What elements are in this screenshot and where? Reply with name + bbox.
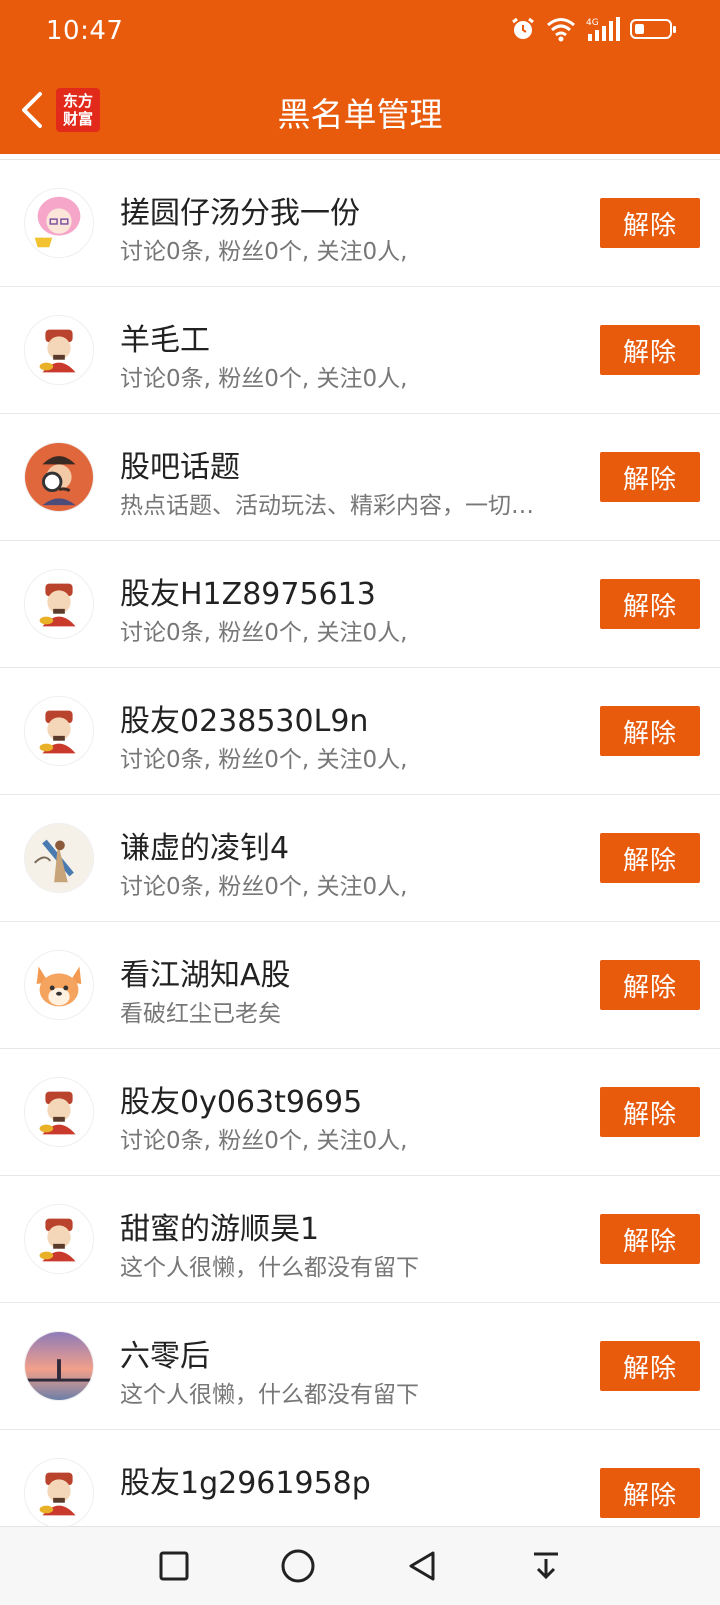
home-button[interactable] xyxy=(279,1547,317,1585)
signal-icon: 4G xyxy=(586,17,620,41)
list-item: 谦虚的凌钊4 讨论0条, 粉丝0个, 关注0人, 解除 xyxy=(0,795,720,922)
fortune-god-avatar[interactable] xyxy=(24,1077,94,1147)
unblock-button[interactable]: 解除 xyxy=(600,1087,700,1137)
user-stats: 这个人很懒，什么都没有留下 xyxy=(120,1382,419,1408)
page-title: 黑名单管理 xyxy=(277,95,443,134)
user-name: 羊毛工 xyxy=(120,323,210,358)
dog-avatar[interactable] xyxy=(24,950,94,1020)
pull-down-icon xyxy=(534,1552,558,1580)
user-stats: 讨论0条, 粉丝0个, 关注0人, xyxy=(120,239,408,265)
triangle-back-icon xyxy=(409,1551,435,1581)
alarm-icon xyxy=(512,17,534,39)
list-item: 甜蜜的游顺昊1 这个人很懒，什么都没有留下 解除 xyxy=(0,1176,720,1303)
sunset-avatar[interactable] xyxy=(24,1331,94,1401)
list-item: 股友0238530L9n 讨论0条, 粉丝0个, 关注0人, 解除 xyxy=(0,668,720,795)
list-item: 看江湖知A股 看破红尘已老矣 解除 xyxy=(0,922,720,1049)
user-name: 谦虚的凌钊4 xyxy=(120,831,290,866)
user-stats: 讨论0条, 粉丝0个, 关注0人, xyxy=(120,874,408,900)
list-item: 搓圆仔汤分我一份 讨论0条, 粉丝0个, 关注0人, 解除 xyxy=(0,160,720,287)
user-stats: 看破红尘已老矣 xyxy=(120,1001,281,1027)
unblock-button[interactable]: 解除 xyxy=(600,325,700,375)
unblock-button[interactable]: 解除 xyxy=(600,1468,700,1518)
user-stats: 这个人很懒，什么都没有留下 xyxy=(120,1255,419,1281)
user-name: 股友0y063t9695 xyxy=(120,1085,363,1120)
user-stats: 热点话题、活动玩法、精彩内容，一切… xyxy=(120,493,534,519)
user-name: 看江湖知A股 xyxy=(120,958,291,993)
user-stats: 讨论0条, 粉丝0个, 关注0人, xyxy=(120,1128,408,1154)
user-name: 股友0238530L9n xyxy=(120,704,369,739)
user-stats: 讨论0条, 粉丝0个, 关注0人, xyxy=(120,366,408,392)
fortune-god-avatar[interactable] xyxy=(24,1458,94,1526)
user-stats: 讨论0条, 粉丝0个, 关注0人, xyxy=(120,747,408,773)
pull-down-button[interactable] xyxy=(527,1547,565,1585)
back-button[interactable] xyxy=(403,1547,441,1585)
unblock-button[interactable]: 解除 xyxy=(600,579,700,629)
system-nav-bar xyxy=(0,1526,720,1605)
status-icons: 4G xyxy=(510,16,676,42)
list-item: 股友1g2961958p 解除 xyxy=(0,1430,720,1526)
unblock-button[interactable]: 解除 xyxy=(600,1214,700,1264)
user-name: 搓圆仔汤分我一份 xyxy=(120,196,360,231)
user-name: 甜蜜的游顺昊1 xyxy=(120,1212,320,1247)
wifi-icon xyxy=(547,18,575,42)
list-item: 六零后 这个人很懒，什么都没有留下 解除 xyxy=(0,1303,720,1430)
detective-avatar[interactable] xyxy=(24,442,94,512)
unblock-button[interactable]: 解除 xyxy=(600,833,700,883)
recents-button[interactable] xyxy=(155,1547,193,1585)
user-stats: 讨论0条, 粉丝0个, 关注0人, xyxy=(120,620,408,646)
unblock-button[interactable]: 解除 xyxy=(600,198,700,248)
user-name: 股吧话题 xyxy=(120,450,240,485)
square-icon xyxy=(159,1551,189,1581)
user-name: 六零后 xyxy=(120,1339,210,1374)
list-item: 羊毛工 讨论0条, 粉丝0个, 关注0人, 解除 xyxy=(0,287,720,414)
anime-girl-avatar[interactable] xyxy=(24,188,94,258)
fortune-god-avatar[interactable] xyxy=(24,696,94,766)
status-bar: 10:47 4G xyxy=(0,0,720,66)
app-header: 东方 财富 黑名单管理 xyxy=(0,66,720,154)
fortune-god-avatar[interactable] xyxy=(24,1204,94,1274)
unblock-button[interactable]: 解除 xyxy=(600,1341,700,1391)
status-time: 10:47 xyxy=(46,16,124,46)
fortune-god-avatar[interactable] xyxy=(24,315,94,385)
unblock-button[interactable]: 解除 xyxy=(600,452,700,502)
circle-icon xyxy=(281,1549,315,1583)
list-item: 股友H1Z8975613 讨论0条, 粉丝0个, 关注0人, 解除 xyxy=(0,541,720,668)
fortune-god-avatar[interactable] xyxy=(24,569,94,639)
svg-text:4G: 4G xyxy=(586,18,599,28)
list-item: 股吧话题 热点话题、活动玩法、精彩内容，一切… 解除 xyxy=(0,414,720,541)
unblock-button[interactable]: 解除 xyxy=(600,960,700,1010)
user-name: 股友1g2961958p xyxy=(120,1466,371,1501)
painting-avatar[interactable] xyxy=(24,823,94,893)
unblock-button[interactable]: 解除 xyxy=(600,706,700,756)
user-name: 股友H1Z8975613 xyxy=(120,577,376,612)
list-item: 股友0y063t9695 讨论0条, 粉丝0个, 关注0人, 解除 xyxy=(0,1049,720,1176)
blacklist-list: 搓圆仔汤分我一份 讨论0条, 粉丝0个, 关注0人, 解除 羊毛工 讨论0条, … xyxy=(0,154,720,1526)
battery-icon xyxy=(630,19,676,39)
